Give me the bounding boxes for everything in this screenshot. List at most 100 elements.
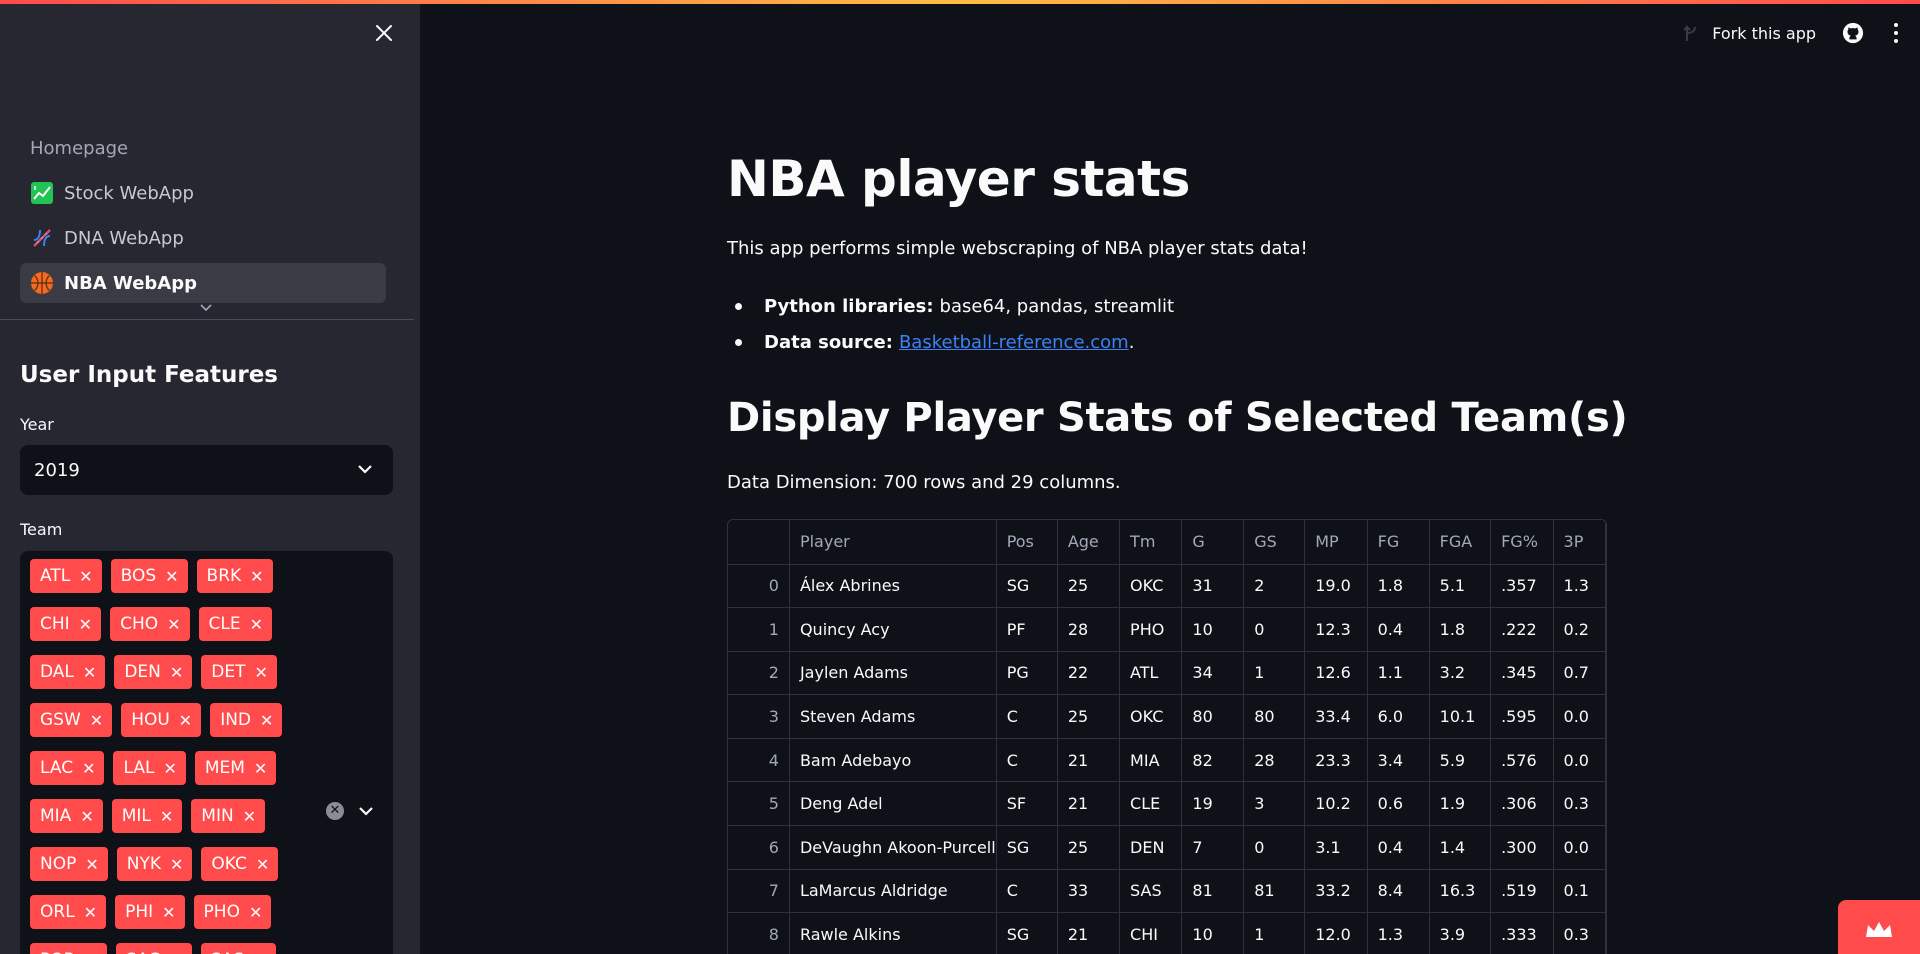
table-cell: SG xyxy=(996,825,1058,870)
nav-item-nba-webapp[interactable]: NBA WebApp xyxy=(20,263,386,303)
team-tag[interactable]: IND ✕ xyxy=(210,703,283,737)
remove-tag-icon[interactable]: ✕ xyxy=(84,951,97,954)
remove-tag-icon[interactable]: ✕ xyxy=(250,567,263,586)
remove-tag-icon[interactable]: ✕ xyxy=(82,759,95,778)
column-header[interactable]: GS xyxy=(1243,520,1306,565)
remove-tag-icon[interactable]: ✕ xyxy=(162,903,175,922)
table-cell: 0.4 xyxy=(1367,607,1430,652)
column-header[interactable]: FGA xyxy=(1429,520,1492,565)
column-header[interactable]: Age xyxy=(1057,520,1121,565)
team-tag[interactable]: MIA ✕ xyxy=(30,799,103,833)
remove-tag-icon[interactable]: ✕ xyxy=(80,807,93,826)
remove-tag-icon[interactable]: ✕ xyxy=(79,567,92,586)
main-menu-icon[interactable] xyxy=(1886,21,1906,45)
column-header[interactable]: MP xyxy=(1304,520,1368,565)
team-tag[interactable]: SAS ✕ xyxy=(200,943,276,954)
nav-expand-chevron-icon[interactable] xyxy=(200,300,212,316)
team-tag[interactable]: GSW ✕ xyxy=(30,703,113,737)
table-row[interactable]: 0 Álex Abrines SG 25 OKC 31 2 19.0 1.8 5.1.357 1.3 xyxy=(728,564,1606,609)
source-link[interactable]: Basketball-reference.com xyxy=(899,332,1129,353)
nav-item-stock-webapp[interactable]: Stock WebApp xyxy=(20,173,386,213)
clear-all-icon[interactable]: ✕ xyxy=(326,802,344,820)
stats-table[interactable]: Player Pos Age Tm G GS MP FG FGA FG% 3P 0 Álex Abri… xyxy=(727,519,1607,954)
table-row[interactable]: 2 Jaylen Adams PG 22 ATL 34 1 12.6 1.1 3.2.345 0.7 xyxy=(728,651,1606,696)
column-header[interactable]: FG% xyxy=(1490,520,1554,565)
nav-item-homepage[interactable]: Homepage xyxy=(20,128,386,168)
remove-tag-icon[interactable]: ✕ xyxy=(90,711,103,730)
team-tag[interactable]: LAL ✕ xyxy=(113,751,186,785)
github-icon[interactable] xyxy=(1842,22,1864,44)
team-tag[interactable]: MIL ✕ xyxy=(111,799,183,833)
team-tag[interactable]: BRK ✕ xyxy=(196,559,273,593)
team-tag[interactable]: BOS ✕ xyxy=(110,559,188,593)
table-cell: 1 xyxy=(1243,912,1306,954)
remove-tag-icon[interactable]: ✕ xyxy=(255,663,268,682)
close-sidebar-icon[interactable] xyxy=(370,20,398,48)
table-row[interactable]: 1 Quincy Acy PF 28 PHO 10 0 12.3 0.4 1.8.222 0.2 xyxy=(728,607,1606,652)
table-row[interactable]: 7 LaMarcus Aldridge C 33 SAS 81 81 33.2 8.4 16.3.… xyxy=(728,869,1606,914)
chevron-down-icon[interactable] xyxy=(356,801,376,821)
team-tag[interactable]: MIN ✕ xyxy=(191,799,266,833)
team-tag[interactable]: PHO ✕ xyxy=(193,895,272,929)
table-cell: PF xyxy=(996,607,1058,652)
table-cell: 12.6 xyxy=(1304,651,1368,696)
team-tag[interactable]: CHO ✕ xyxy=(110,607,190,641)
table-row[interactable]: 6 DeVaughn Akoon-Purcell SG 25 DEN 7 0 3.1 0.4 1.… xyxy=(728,825,1606,870)
remove-tag-icon[interactable]: ✕ xyxy=(179,711,192,730)
table-row[interactable]: 3 Steven Adams C 25 OKC 80 80 33.4 6.0 10.1.595 0.… xyxy=(728,694,1606,739)
team-tag[interactable]: POR ✕ xyxy=(30,943,107,954)
team-tag[interactable]: ATL ✕ xyxy=(30,559,102,593)
remove-tag-icon[interactable]: ✕ xyxy=(243,807,256,826)
table-row[interactable]: 5 Deng Adel SF 21 CLE 19 3 10.2 0.6 1.9.306 0.3 xyxy=(728,781,1606,827)
team-tag[interactable]: NOP ✕ xyxy=(30,847,108,881)
remove-tag-icon[interactable]: ✕ xyxy=(84,903,97,922)
remove-tag-icon[interactable]: ✕ xyxy=(79,615,92,634)
column-header[interactable]: Player xyxy=(789,520,997,565)
team-tag[interactable]: ORL ✕ xyxy=(30,895,107,929)
team-tag[interactable]: CHI ✕ xyxy=(30,607,102,641)
column-header[interactable]: FG xyxy=(1367,520,1430,565)
streamlit-badge[interactable] xyxy=(1838,900,1920,954)
remove-tag-icon[interactable]: ✕ xyxy=(256,855,269,874)
team-tag[interactable]: SAC ✕ xyxy=(115,943,192,954)
remove-tag-icon[interactable]: ✕ xyxy=(249,903,262,922)
team-tag[interactable]: PHI ✕ xyxy=(115,895,185,929)
fork-app-button[interactable]: Fork this app xyxy=(1684,24,1816,43)
team-tag[interactable]: CLE ✕ xyxy=(198,607,273,641)
team-tag[interactable]: DET ✕ xyxy=(201,655,277,689)
remove-tag-icon[interactable]: ✕ xyxy=(160,807,173,826)
table-row[interactable]: 8 Rawle Alkins SG 21 CHI 10 1 12.0 1.3 3.9.333 0.3 xyxy=(728,912,1606,954)
remove-tag-icon[interactable]: ✕ xyxy=(253,951,266,954)
column-header[interactable]: G xyxy=(1181,520,1245,565)
team-tag[interactable]: HOU ✕ xyxy=(121,703,202,737)
team-tag[interactable]: OKC ✕ xyxy=(201,847,279,881)
remove-tag-icon[interactable]: ✕ xyxy=(169,951,182,954)
table-row[interactable]: 4 Bam Adebayo C 21 MIA 82 28 23.3 3.4 5.9.576 0.0 xyxy=(728,738,1606,783)
remove-tag-icon[interactable]: ✕ xyxy=(83,663,96,682)
year-select[interactable]: 2019 xyxy=(20,445,393,495)
remove-tag-icon[interactable]: ✕ xyxy=(163,759,176,778)
remove-tag-icon[interactable]: ✕ xyxy=(250,615,263,634)
table-cell: Steven Adams xyxy=(789,694,997,739)
team-tag-label: NOP xyxy=(40,854,77,874)
remove-tag-icon[interactable]: ✕ xyxy=(170,855,183,874)
team-tag[interactable]: NYK ✕ xyxy=(116,847,193,881)
column-header[interactable]: 3P xyxy=(1553,520,1606,565)
list-item: Data source: Basketball-reference.com. xyxy=(727,324,1174,360)
column-header[interactable]: Tm xyxy=(1119,520,1183,565)
column-header[interactable] xyxy=(728,520,790,565)
column-header[interactable]: Pos xyxy=(996,520,1058,565)
remove-tag-icon[interactable]: ✕ xyxy=(254,759,267,778)
remove-tag-icon[interactable]: ✕ xyxy=(167,615,180,634)
team-tag[interactable]: DAL ✕ xyxy=(30,655,106,689)
team-tag[interactable]: DEN ✕ xyxy=(114,655,193,689)
remove-tag-icon[interactable]: ✕ xyxy=(165,567,178,586)
nav-item-dna-webapp[interactable]: DNA WebApp xyxy=(20,218,386,258)
team-multiselect[interactable]: ATL ✕ BOS ✕ BRK ✕ CHI ✕ CHO ✕ CLE ✕ DAL ✕ DEN ✕ DET ✕ GSW ✕… xyxy=(20,551,393,954)
remove-tag-icon[interactable]: ✕ xyxy=(170,663,183,682)
remove-tag-icon[interactable]: ✕ xyxy=(260,711,273,730)
team-tag[interactable]: MEM ✕ xyxy=(194,751,277,785)
team-tag[interactable]: LAC ✕ xyxy=(30,751,105,785)
remove-tag-icon[interactable]: ✕ xyxy=(85,855,98,874)
table-cell: 1.8 xyxy=(1367,564,1430,609)
